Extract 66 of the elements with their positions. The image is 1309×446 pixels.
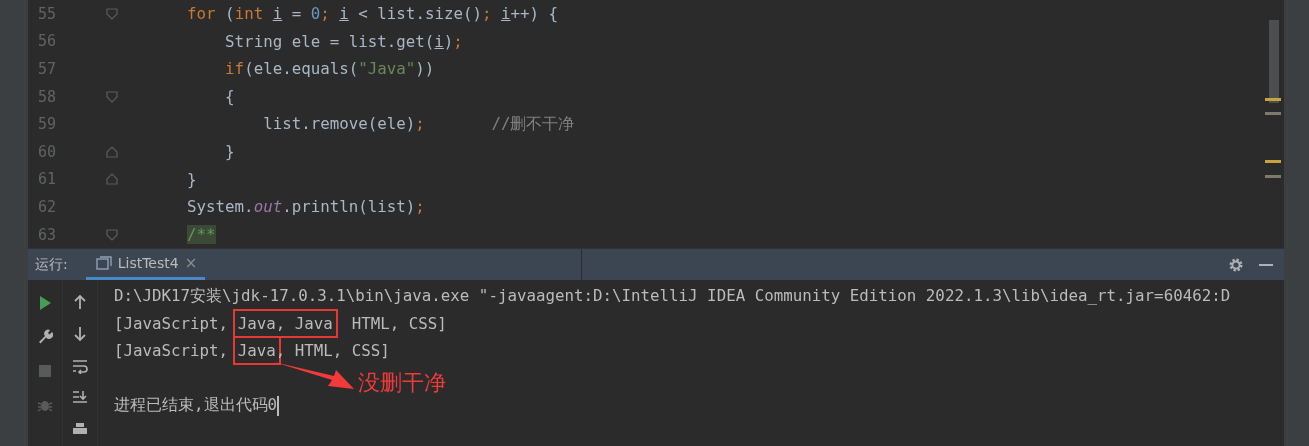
line-number: 63 [36, 225, 56, 244]
scrollbar-thumb[interactable] [1269, 20, 1279, 103]
code-text: System. [187, 197, 254, 217]
code-text: { [225, 87, 235, 107]
line-number: 57 [36, 60, 56, 78]
tab-title: ListTest4 [117, 255, 179, 272]
line-number: 58 [36, 87, 56, 106]
string-literal: "Java" [358, 59, 416, 79]
code-text: ( [225, 4, 235, 24]
panel-label: 运行: [34, 254, 69, 274]
code-text: String ele = list.get( [225, 31, 435, 51]
code-text: = [291, 4, 303, 24]
line-number: 55 [36, 4, 56, 23]
fold-icon[interactable] [105, 228, 118, 241]
fold-end-icon[interactable] [105, 173, 118, 186]
keyword: int [234, 4, 265, 24]
up-arrow-icon[interactable] [72, 294, 88, 311]
field-name: out [253, 197, 283, 217]
line-number: 59 [36, 115, 56, 134]
fold-end-icon[interactable] [105, 145, 118, 158]
console-icon [95, 255, 112, 272]
close-icon[interactable]: × [184, 254, 198, 273]
keyword: for [187, 4, 216, 24]
run-icon[interactable] [37, 295, 53, 312]
keyword: ; [320, 4, 331, 24]
code-text: (ele.equals( [244, 59, 359, 79]
settings-icon[interactable] [1228, 256, 1244, 273]
keyword: ; [415, 197, 425, 217]
code-text: .println(list) [282, 197, 416, 217]
run-tab[interactable]: ListTest4 × [85, 249, 206, 281]
code-text: )) [415, 59, 435, 79]
console-line: 进程已结束,退出代码0 [114, 394, 281, 418]
down-arrow-icon[interactable] [72, 326, 88, 343]
info-marker[interactable] [1265, 175, 1281, 178]
console-line: [JavaScript, Java, Java HTML, CSS] [114, 309, 1284, 338]
annotation-label: 没删干净 [358, 372, 446, 395]
console-line: [JavaScript, Java, HTML, CSS] [114, 337, 1284, 365]
code-text: ++) { [510, 4, 559, 24]
variable: i [272, 4, 283, 24]
fold-icon[interactable] [105, 7, 118, 20]
fold-icon[interactable] [105, 90, 118, 103]
line-number: 60 [36, 142, 56, 161]
soft-wrap-icon[interactable] [72, 358, 88, 375]
variable: i [339, 4, 349, 24]
console-line: D:\JDK17安装\jdk-17.0.3.1\bin\java.exe "-javaagent:D:\IntelliJ IDEA Community Edition 2022.1.3\lib\idea_rt.jar=60462:D [114, 284, 1232, 307]
variable: i [501, 4, 511, 24]
line-number: 56 [36, 32, 56, 51]
line-number: 61 [36, 170, 56, 189]
keyword: if [225, 59, 245, 79]
code-text: list.remove(ele) [263, 113, 416, 133]
keyword: ; [481, 4, 493, 24]
keyword: ; [415, 113, 425, 133]
code-text: } [187, 169, 197, 189]
variable: i [434, 31, 444, 51]
code-text: } [225, 142, 235, 162]
line-number: 62 [36, 197, 56, 216]
number-literal: 0 [310, 4, 321, 24]
keyword: ; [453, 31, 463, 51]
wrench-icon[interactable] [37, 329, 53, 346]
code-text: ) [443, 31, 454, 51]
code-text: < list.size() [358, 4, 482, 24]
doc-comment: /** [187, 225, 216, 245]
warning-marker[interactable] [1265, 160, 1281, 163]
warning-marker[interactable] [1265, 98, 1281, 101]
info-marker[interactable] [1265, 112, 1281, 115]
code-comment: //删不干净 [491, 113, 575, 133]
